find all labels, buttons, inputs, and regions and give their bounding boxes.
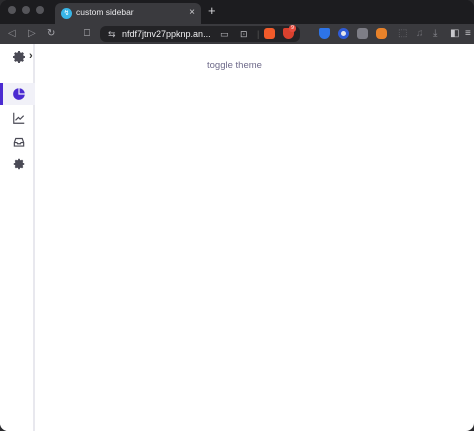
sidebar-toggle-icon[interactable]: ◧ [450, 27, 459, 41]
browser-window: ↯ custom sidebar × + ◁ ▷ ↻ ⎕ ⇆ nfdf7jtnv… [0, 0, 474, 431]
page-viewport: › toggle theme [0, 44, 474, 431]
tab-title: custom sidebar [76, 7, 134, 17]
sidebar-expand-button[interactable]: › [29, 49, 33, 63]
browser-toolbar: ◁ ▷ ↻ ⎕ ⇆ nfdf7jtnv27ppknp.an... ▭ ⊡ | ⇧… [0, 24, 474, 44]
bookmark-page-icon[interactable]: ⊡ [240, 28, 248, 40]
sidebar-item-inbox[interactable] [0, 131, 35, 153]
minimize-window-button[interactable] [22, 6, 30, 14]
zoom-window-button[interactable] [36, 6, 44, 14]
gear-logo-icon[interactable] [11, 49, 27, 65]
gear-icon [13, 158, 25, 170]
sidebar-item-trends[interactable] [0, 107, 35, 129]
inbox-icon [13, 137, 25, 147]
extension-circle-icon[interactable] [338, 28, 349, 39]
sidebar: › [0, 44, 35, 431]
toggle-theme-button[interactable]: toggle theme [207, 60, 262, 71]
divider: | [257, 29, 260, 39]
bookmark-icon[interactable]: ⎕ [84, 27, 90, 41]
cast-icon[interactable]: ▭ [220, 28, 229, 40]
music-icon[interactable]: ♫ [416, 27, 424, 41]
metamask-icon[interactable] [376, 28, 387, 39]
brave-rewards-icon[interactable]: 9 [283, 25, 296, 39]
notification-badge: 9 [289, 25, 296, 32]
site-settings-icon[interactable]: ⇆ [108, 28, 116, 40]
extension-icon[interactable] [357, 28, 368, 39]
reload-icon[interactable]: ↻ [47, 27, 55, 41]
address-url[interactable]: nfdf7jtnv27ppknp.an... [122, 28, 211, 40]
vite-icon: ↯ [61, 8, 72, 19]
sidebar-item-analytics[interactable] [0, 83, 35, 105]
back-icon[interactable]: ◁ [8, 27, 16, 41]
new-tab-button[interactable]: + [208, 4, 216, 18]
pie-chart-icon [13, 88, 25, 100]
download-icon[interactable]: ⤓ [433, 27, 437, 41]
chart-line-icon [13, 112, 25, 124]
forward-icon[interactable]: ▷ [28, 27, 36, 41]
menu-icon[interactable]: ≡ [465, 27, 471, 41]
brave-shield-icon[interactable] [264, 28, 275, 39]
sidebar-item-settings[interactable] [0, 153, 35, 175]
close-window-button[interactable] [8, 6, 16, 14]
puzzle-icon[interactable]: ⬚ [398, 27, 407, 41]
shield-extension-icon[interactable] [319, 28, 330, 39]
browser-tab[interactable]: ↯ custom sidebar × [55, 3, 201, 24]
tab-strip: ↯ custom sidebar × + [0, 0, 474, 24]
tab-close-button[interactable]: × [189, 6, 195, 20]
